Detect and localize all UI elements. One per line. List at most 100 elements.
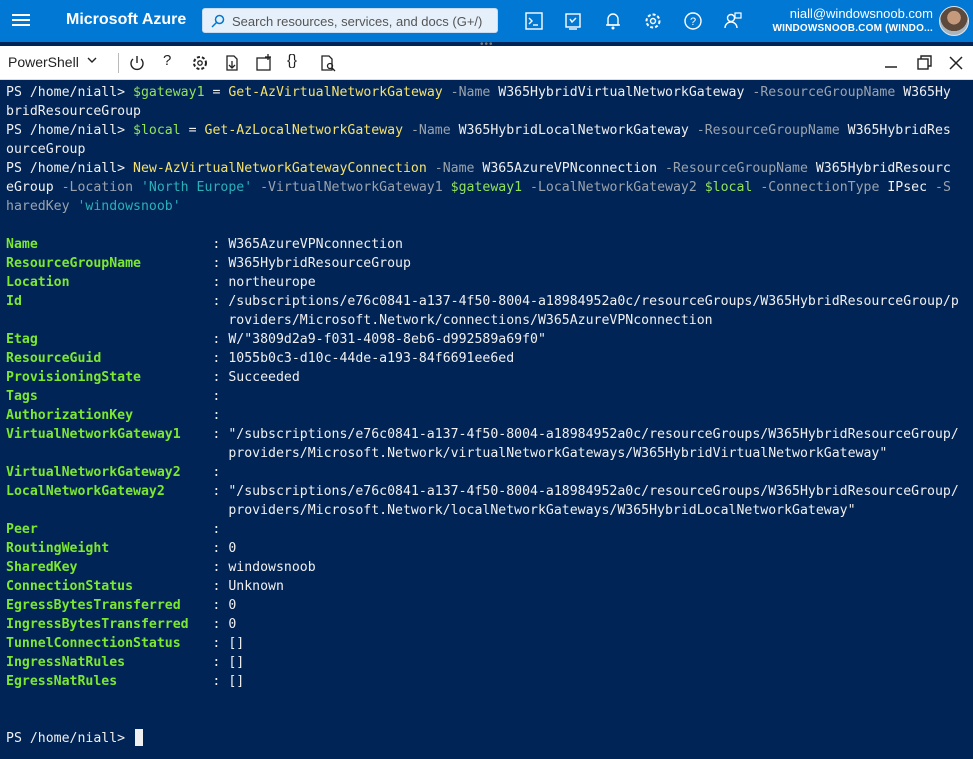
output-value: W/"3809d2a9-f031-4098-8eb6-d992589a69f0" xyxy=(228,332,546,347)
output-key: Peer xyxy=(6,522,38,537)
output-row: VirtualNetworkGateway1 : "/subscriptions… xyxy=(6,425,973,444)
maximize-icon xyxy=(917,55,932,70)
svg-text:?: ? xyxy=(690,16,696,28)
output-key: Id xyxy=(6,294,22,309)
command-line: PS /home/niall> $gateway1 = Get-AzVirtua… xyxy=(6,83,973,102)
output-value: W365AzureVPNconnection xyxy=(228,237,403,252)
minimize-button[interactable] xyxy=(881,53,901,73)
shell-type-select[interactable]: PowerShell xyxy=(8,54,97,70)
cmdlet: Get-AzLocalNetworkGateway xyxy=(204,123,404,138)
output-row: Tags : xyxy=(6,387,973,406)
output-key: Name xyxy=(6,237,38,252)
string-argument: 'North Europe' xyxy=(140,180,253,195)
output-row: Location : northeurope xyxy=(6,273,973,292)
output-key: ProvisioningState xyxy=(6,370,141,385)
brand-title[interactable]: Microsoft Azure xyxy=(66,11,186,29)
chevron-down-icon xyxy=(87,57,97,63)
settings-button[interactable] xyxy=(190,53,210,73)
output-key: TunnelConnectionStatus xyxy=(6,636,181,651)
output-separator: : xyxy=(37,332,229,347)
command-line-wrap: haredKey 'windowsnoob' xyxy=(6,197,973,216)
output-row: Name : W365AzureVPNconnection xyxy=(6,235,973,254)
output-key: VirtualNetworkGateway2 xyxy=(6,465,181,480)
upload-download-icon xyxy=(226,55,238,71)
output-separator: : xyxy=(180,598,229,613)
output-key: Location xyxy=(6,275,70,290)
output-separator: : xyxy=(37,389,229,404)
output-key: EgressNatRules xyxy=(6,674,118,689)
current-prompt-line[interactable]: PS /home/niall> xyxy=(6,729,973,748)
maximize-button[interactable] xyxy=(914,53,934,73)
notifications-icon[interactable] xyxy=(601,9,625,33)
output-value: 1055b0c3-d10c-44de-a193-84f6691ee6ed xyxy=(228,351,515,366)
close-button[interactable] xyxy=(946,53,966,73)
parameter: -Location xyxy=(53,180,141,195)
output-value: 0 xyxy=(228,541,237,556)
new-session-button[interactable] xyxy=(254,53,274,73)
argument: W365HybridRes xyxy=(847,123,951,138)
help-icon[interactable]: ? xyxy=(681,9,705,33)
text-cursor xyxy=(135,729,144,746)
output-key: RoutingWeight xyxy=(6,541,110,556)
output-value: [] xyxy=(228,636,245,651)
argument: W365Hy xyxy=(903,85,951,100)
hamburger-menu-icon[interactable] xyxy=(10,11,32,31)
output-key: LocalNetworkGateway2 xyxy=(6,484,165,499)
parameter: -ConnectionType xyxy=(752,180,888,195)
global-search-input[interactable]: Search resources, services, and docs (G+… xyxy=(202,8,498,33)
output-value: [] xyxy=(228,655,245,670)
output-separator: : xyxy=(180,465,229,480)
minimize-icon xyxy=(885,66,897,68)
output-row-continuation: providers/Microsoft.Network/localNetwork… xyxy=(6,501,973,520)
restart-button[interactable] xyxy=(127,53,147,73)
avatar[interactable] xyxy=(939,6,969,36)
output-value: Unknown xyxy=(228,579,284,594)
argument: W365HybridVirtualNetworkGateway xyxy=(498,85,745,100)
settings-icon[interactable] xyxy=(641,9,665,33)
output-key: Etag xyxy=(6,332,38,347)
parameter: -Name xyxy=(426,161,483,176)
output-row: Peer : xyxy=(6,520,973,539)
web-preview-icon xyxy=(321,55,336,72)
output-value: [] xyxy=(228,674,245,689)
cloud-shell-icon[interactable] xyxy=(522,9,546,33)
output-key: ResourceGroupName xyxy=(6,256,141,271)
account-info[interactable]: niall@windowsnoob.com WINDOWSNOOB.COM (W… xyxy=(768,6,933,36)
output-row: IngressBytesTransferred : 0 xyxy=(6,615,973,634)
output-value: "/subscriptions/e76c0841-a137-4f50-8004-… xyxy=(228,484,959,499)
output-row: SharedKey : windowsnoob xyxy=(6,558,973,577)
output-row: IngressNatRules : [] xyxy=(6,653,973,672)
variable: $gateway1 xyxy=(133,85,205,100)
output-row: VirtualNetworkGateway2 : xyxy=(6,463,973,482)
command-line: PS /home/niall> $local = Get-AzLocalNetw… xyxy=(6,121,973,140)
parameter: -ResourceGroupName xyxy=(744,85,904,100)
upload-download-button[interactable] xyxy=(222,53,242,73)
directory-filter-icon[interactable] xyxy=(561,9,585,33)
output-key: EgressBytesTransferred xyxy=(6,598,181,613)
output-value: 0 xyxy=(228,617,237,632)
web-preview-button[interactable] xyxy=(318,53,338,73)
output-key: SharedKey xyxy=(6,560,78,575)
search-icon xyxy=(211,14,225,28)
output-row: LocalNetworkGateway2 : "/subscriptions/e… xyxy=(6,482,973,501)
prompt: PS /home/niall> xyxy=(6,123,126,138)
help-button[interactable]: ? xyxy=(163,52,171,69)
output-separator: : xyxy=(37,237,229,252)
argument: eGroup xyxy=(6,180,54,195)
output-separator: : xyxy=(125,655,229,670)
command-line: PS /home/niall> New-AzVirtualNetworkGate… xyxy=(6,159,973,178)
editor-button[interactable]: {} xyxy=(287,52,297,69)
output-value: 0 xyxy=(228,598,237,613)
parameter: -ResourceGroupName xyxy=(657,161,816,176)
prompt: PS /home/niall> xyxy=(6,731,126,746)
prompt: PS /home/niall> xyxy=(6,161,126,176)
output-separator: : xyxy=(180,636,229,651)
parameter: -Name xyxy=(403,123,459,138)
output-value: Succeeded xyxy=(228,370,300,385)
feedback-icon[interactable] xyxy=(721,9,745,33)
command-line-wrap: eGroup -Location 'North Europe' -Virtual… xyxy=(6,178,973,197)
terminal-output[interactable]: PS /home/niall> $gateway1 = Get-AzVirtua… xyxy=(0,80,973,759)
output-row: EgressNatRules : [] xyxy=(6,672,973,691)
output-key: AuthorizationKey xyxy=(6,408,134,423)
output-value: "/subscriptions/e76c0841-a137-4f50-8004-… xyxy=(228,427,959,442)
